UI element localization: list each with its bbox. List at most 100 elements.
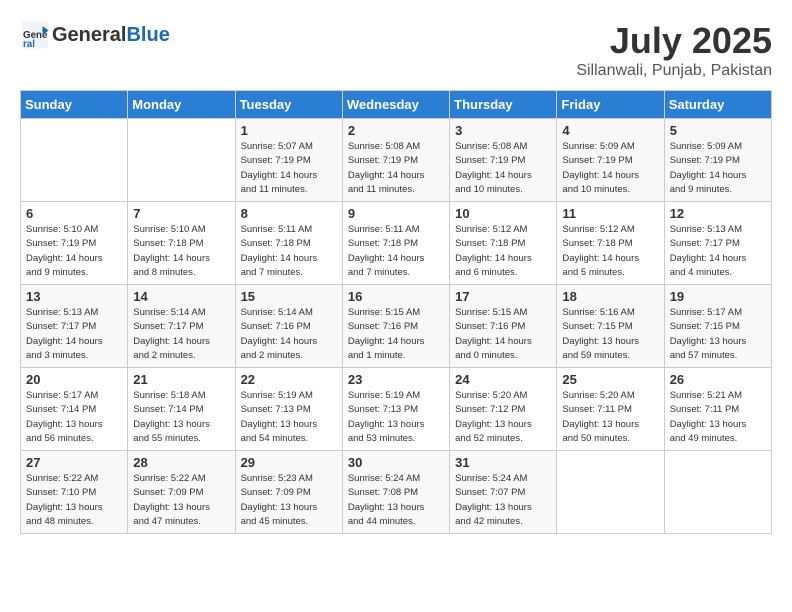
day-number: 7 — [133, 206, 229, 221]
day-number: 25 — [562, 372, 658, 387]
calendar-cell: 27 Sunrise: 5:22 AM Sunset: 7:10 PM Dayli… — [21, 451, 128, 534]
day-info: Sunrise: 5:14 AM Sunset: 7:17 PM Dayligh… — [133, 306, 229, 363]
calendar-cell: 4 Sunrise: 5:09 AM Sunset: 7:19 PM Daylig… — [557, 119, 664, 202]
calendar-week-row: 27 Sunrise: 5:22 AM Sunset: 7:10 PM Dayli… — [21, 451, 772, 534]
calendar-cell: 17Sunrise: 5:15 AM Sunset: 7:16 PM Dayli… — [450, 285, 557, 368]
day-info: Sunrise: 5:17 AM Sunset: 7:15 PM Dayligh… — [670, 306, 766, 363]
weekday-header: Friday — [557, 91, 664, 119]
calendar-cell: 22Sunrise: 5:19 AM Sunset: 7:13 PM Dayli… — [235, 368, 342, 451]
day-number: 18 — [562, 289, 658, 304]
day-info: Sunrise: 5:22 AM Sunset: 7:09 PM Dayligh… — [133, 472, 229, 529]
calendar-cell: 20 Sunrise: 5:17 AM Sunset: 7:14 PM Dayli… — [21, 368, 128, 451]
day-info: Sunrise: 5:10 AM Sunset: 7:18 PM Dayligh… — [133, 223, 229, 280]
day-number: 6 — [26, 206, 122, 221]
weekday-header: Wednesday — [342, 91, 449, 119]
day-number: 24 — [455, 372, 551, 387]
weekday-header: Thursday — [450, 91, 557, 119]
day-info: Sunrise: 5:22 AM Sunset: 7:10 PM Dayligh… — [26, 472, 122, 529]
calendar-body: 1 Sunrise: 5:07 AM Sunset: 7:19 PM Daylig… — [21, 119, 772, 534]
calendar-cell: 13 Sunrise: 5:13 AM Sunset: 7:17 PM Dayli… — [21, 285, 128, 368]
calendar-cell: 5 Sunrise: 5:09 AM Sunset: 7:19 PM Daylig… — [664, 119, 771, 202]
calendar-cell: 29Sunrise: 5:23 AM Sunset: 7:09 PM Dayli… — [235, 451, 342, 534]
calendar-cell: 16Sunrise: 5:15 AM Sunset: 7:16 PM Dayli… — [342, 285, 449, 368]
day-info: Sunrise: 5:07 AM Sunset: 7:19 PM Dayligh… — [241, 140, 337, 197]
calendar-cell: 1 Sunrise: 5:07 AM Sunset: 7:19 PM Daylig… — [235, 119, 342, 202]
day-number: 2 — [348, 123, 444, 138]
calendar-week-row: 1 Sunrise: 5:07 AM Sunset: 7:19 PM Daylig… — [21, 119, 772, 202]
calendar-cell: 12 Sunrise: 5:13 AM Sunset: 7:17 PM Dayli… — [664, 202, 771, 285]
day-number: 10 — [455, 206, 551, 221]
day-number: 14 — [133, 289, 229, 304]
day-number: 1 — [241, 123, 337, 138]
day-number: 27 — [26, 455, 122, 470]
calendar-cell: 8 Sunrise: 5:11 AM Sunset: 7:18 PM Daylig… — [235, 202, 342, 285]
weekday-header: Sunday — [21, 91, 128, 119]
calendar-cell: 10 Sunrise: 5:12 AM Sunset: 7:18 PM Dayli… — [450, 202, 557, 285]
day-info: Sunrise: 5:13 AM Sunset: 7:17 PM Dayligh… — [26, 306, 122, 363]
day-number: 29 — [241, 455, 337, 470]
location-title: Sillanwali, Punjab, Pakistan — [576, 62, 772, 80]
day-number: 5 — [670, 123, 766, 138]
month-title: July 2025 — [576, 20, 772, 62]
day-number: 13 — [26, 289, 122, 304]
day-number: 17 — [455, 289, 551, 304]
weekday-header: Tuesday — [235, 91, 342, 119]
day-number: 30 — [348, 455, 444, 470]
day-number: 31 — [455, 455, 551, 470]
weekday-header: Saturday — [664, 91, 771, 119]
calendar-cell: 31 Sunrise: 5:24 AM Sunset: 7:07 PM Dayli… — [450, 451, 557, 534]
calendar-table: SundayMondayTuesdayWednesdayThursdayFrid… — [20, 90, 772, 534]
calendar-week-row: 13 Sunrise: 5:13 AM Sunset: 7:17 PM Dayli… — [21, 285, 772, 368]
day-number: 4 — [562, 123, 658, 138]
calendar-cell: 6 Sunrise: 5:10 AM Sunset: 7:19 PM Daylig… — [21, 202, 128, 285]
calendar-cell: 2 Sunrise: 5:08 AM Sunset: 7:19 PM Daylig… — [342, 119, 449, 202]
day-number: 26 — [670, 372, 766, 387]
calendar-cell: 28 Sunrise: 5:22 AM Sunset: 7:09 PM Dayli… — [128, 451, 235, 534]
calendar-cell: 11Sunrise: 5:12 AM Sunset: 7:18 PM Dayli… — [557, 202, 664, 285]
day-info: Sunrise: 5:24 AM Sunset: 7:08 PM Dayligh… — [348, 472, 444, 529]
day-info: Sunrise: 5:16 AM Sunset: 7:15 PM Dayligh… — [562, 306, 658, 363]
day-info: Sunrise: 5:13 AM Sunset: 7:17 PM Dayligh… — [670, 223, 766, 280]
day-info: Sunrise: 5:12 AM Sunset: 7:18 PM Dayligh… — [455, 223, 551, 280]
day-info: Sunrise: 5:08 AM Sunset: 7:19 PM Dayligh… — [348, 140, 444, 197]
day-number: 15 — [241, 289, 337, 304]
calendar-cell — [664, 451, 771, 534]
day-info: Sunrise: 5:14 AM Sunset: 7:16 PM Dayligh… — [241, 306, 337, 363]
svg-text:ral: ral — [23, 39, 35, 50]
calendar-cell: 26Sunrise: 5:21 AM Sunset: 7:11 PM Dayli… — [664, 368, 771, 451]
calendar-cell: 3Sunrise: 5:08 AM Sunset: 7:19 PM Daylig… — [450, 119, 557, 202]
calendar-cell: 14 Sunrise: 5:14 AM Sunset: 7:17 PM Dayli… — [128, 285, 235, 368]
day-info: Sunrise: 5:17 AM Sunset: 7:14 PM Dayligh… — [26, 389, 122, 446]
day-number: 11 — [562, 206, 658, 221]
calendar-cell: 24Sunrise: 5:20 AM Sunset: 7:12 PM Dayli… — [450, 368, 557, 451]
logo-icon: Gene ral — [20, 20, 50, 50]
calendar-week-row: 6 Sunrise: 5:10 AM Sunset: 7:19 PM Daylig… — [21, 202, 772, 285]
calendar-cell: 21Sunrise: 5:18 AM Sunset: 7:14 PM Dayli… — [128, 368, 235, 451]
day-number: 28 — [133, 455, 229, 470]
day-number: 23 — [348, 372, 444, 387]
calendar-cell: 19 Sunrise: 5:17 AM Sunset: 7:15 PM Dayli… — [664, 285, 771, 368]
day-info: Sunrise: 5:19 AM Sunset: 7:13 PM Dayligh… — [241, 389, 337, 446]
day-info: Sunrise: 5:09 AM Sunset: 7:19 PM Dayligh… — [670, 140, 766, 197]
day-number: 9 — [348, 206, 444, 221]
day-number: 12 — [670, 206, 766, 221]
calendar-week-row: 20 Sunrise: 5:17 AM Sunset: 7:14 PM Dayli… — [21, 368, 772, 451]
calendar-cell: 15 Sunrise: 5:14 AM Sunset: 7:16 PM Dayli… — [235, 285, 342, 368]
calendar-cell: 25Sunrise: 5:20 AM Sunset: 7:11 PM Dayli… — [557, 368, 664, 451]
calendar-cell: 30 Sunrise: 5:24 AM Sunset: 7:08 PM Dayli… — [342, 451, 449, 534]
day-info: Sunrise: 5:10 AM Sunset: 7:19 PM Dayligh… — [26, 223, 122, 280]
calendar-cell: 9Sunrise: 5:11 AM Sunset: 7:18 PM Daylig… — [342, 202, 449, 285]
calendar-cell: 7 Sunrise: 5:10 AM Sunset: 7:18 PM Daylig… — [128, 202, 235, 285]
day-number: 20 — [26, 372, 122, 387]
day-info: Sunrise: 5:11 AM Sunset: 7:18 PM Dayligh… — [241, 223, 337, 280]
logo-text: GeneralBlue — [52, 24, 170, 46]
day-info: Sunrise: 5:19 AM Sunset: 7:13 PM Dayligh… — [348, 389, 444, 446]
calendar-header-row: SundayMondayTuesdayWednesdayThursdayFrid… — [21, 91, 772, 119]
day-number: 3 — [455, 123, 551, 138]
day-number: 8 — [241, 206, 337, 221]
day-info: Sunrise: 5:09 AM Sunset: 7:19 PM Dayligh… — [562, 140, 658, 197]
day-number: 19 — [670, 289, 766, 304]
title-block: July 2025 Sillanwali, Punjab, Pakistan — [576, 20, 772, 80]
calendar-cell: 23 Sunrise: 5:19 AM Sunset: 7:13 PM Dayli… — [342, 368, 449, 451]
day-info: Sunrise: 5:24 AM Sunset: 7:07 PM Dayligh… — [455, 472, 551, 529]
